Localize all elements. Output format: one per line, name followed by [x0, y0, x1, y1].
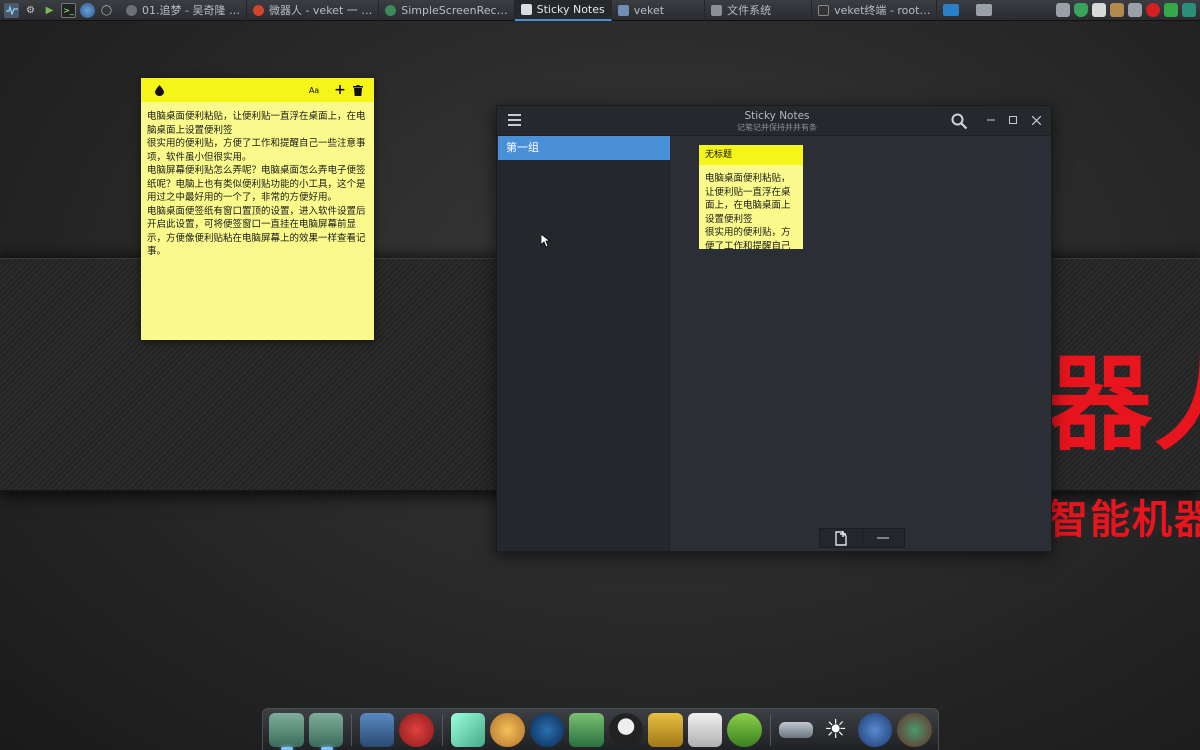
battery-icon[interactable] — [1164, 3, 1178, 17]
browser-icon — [252, 4, 264, 16]
folder-icon — [617, 4, 629, 16]
task-label: 微器人 - veket 一 … — [268, 4, 373, 17]
task-filesystem[interactable]: 文件系统 — [705, 0, 813, 21]
taskbar: ⚙ ▶ >_ ◯ 01.追梦 - 吴奇隆 … 微器人 - veket 一 … S… — [0, 0, 1200, 21]
task-label: veket终端 - root… — [834, 4, 931, 17]
font-size-button[interactable]: Aa — [306, 82, 322, 98]
menu-icon[interactable] — [508, 114, 521, 126]
browser-globe-icon[interactable] — [897, 712, 932, 747]
task-music-player[interactable]: 01.追梦 - 吴奇隆 … — [120, 0, 247, 21]
help-icon[interactable] — [727, 712, 762, 747]
computer-icon[interactable] — [359, 712, 395, 747]
task-screen-recorder[interactable]: SimpleScreenRec… — [379, 0, 515, 21]
chart-icon[interactable] — [687, 712, 723, 747]
task-sticky-notes[interactable]: Sticky Notes — [514, 0, 612, 21]
shield-icon[interactable] — [1074, 3, 1088, 17]
task-browser[interactable]: 微器人 - veket 一 … — [247, 0, 380, 21]
dock-separator — [351, 713, 352, 746]
mascot-icon[interactable] — [399, 712, 434, 747]
power-icon[interactable]: ◯ — [99, 3, 114, 18]
note-card[interactable]: 无标题 电脑桌面便利粘贴，让便利贴一直浮在桌面上，在电脑桌面上设置便利签 很实用… — [699, 145, 803, 249]
new-note-button[interactable] — [820, 529, 862, 547]
sticky-notes-window: Sticky Notes 记笔记并保持井井有条 第一组 无标题 电脑桌面便利粘贴… — [496, 105, 1052, 552]
globe-icon[interactable] — [80, 2, 95, 18]
desktop-sticky-note[interactable]: Aa + 电脑桌面便利粘贴，让便利贴一直浮在桌面上，在电脑桌面上设置便利签 很实… — [141, 78, 374, 340]
notes-grid: 无标题 电脑桌面便利粘贴，让便利贴一直浮在桌面上，在电脑桌面上设置便利签 很实用… — [671, 136, 1051, 551]
task-label: 01.追梦 - 吴奇隆 … — [142, 4, 240, 17]
mouse-cursor-icon — [540, 233, 552, 248]
task-desktop-preview[interactable] — [937, 0, 998, 21]
dock-separator — [441, 713, 443, 746]
package-icon[interactable] — [1110, 3, 1124, 17]
terminal-icon[interactable]: >_ — [61, 2, 76, 18]
note-card-preview: 电脑桌面便利粘贴，让便利贴一直浮在桌面上，在电脑桌面上设置便利签 很实用的便利贴… — [705, 173, 791, 249]
window-icon — [976, 4, 993, 16]
system-tray — [1056, 3, 1196, 17]
window-titlebar[interactable]: Sticky Notes 记笔记并保持井井有条 — [497, 106, 1051, 136]
maximize-icon[interactable] — [1005, 112, 1021, 128]
task-list: 01.追梦 - 吴奇隆 … 微器人 - veket 一 … SimpleScre… — [120, 0, 998, 21]
notes-icon — [520, 3, 532, 15]
task-label: Sticky Notes — [536, 2, 605, 16]
quick-launch: ⚙ ▶ >_ ◯ — [0, 2, 114, 18]
search-icon[interactable] — [951, 113, 968, 130]
sidebar-item-group[interactable]: 第一组 — [498, 136, 670, 160]
penguin-icon[interactable] — [608, 712, 644, 747]
dock-launcher-icon[interactable] — [269, 712, 304, 750]
document-icon[interactable] — [1092, 3, 1106, 17]
recorder-icon — [385, 4, 397, 16]
remove-note-button[interactable] — [861, 529, 905, 547]
task-veket-folder[interactable]: veket — [612, 0, 706, 21]
new-note-icon — [835, 530, 847, 546]
system-monitor-icon[interactable] — [4, 2, 19, 18]
record-icon[interactable] — [1146, 3, 1160, 17]
wallpaper-title: 器人 — [1048, 343, 1200, 465]
palette-icon[interactable] — [490, 712, 525, 747]
note-text[interactable]: 电脑桌面便利粘贴，让便利贴一直浮在桌面上，在电脑桌面上设置便利签 很实用的便利贴… — [141, 102, 374, 265]
media-player-icon[interactable] — [529, 712, 565, 747]
note-actions-bar — [819, 528, 905, 548]
network-globe-icon[interactable] — [857, 712, 893, 747]
play-icon[interactable]: ▶ — [42, 3, 57, 18]
window-title: Sticky Notes — [744, 110, 810, 122]
note-card-title: 无标题 — [699, 145, 803, 165]
wallpaper-subtitle: 智能机器 — [1048, 497, 1200, 543]
volume-icon[interactable] — [1128, 3, 1142, 17]
drawing-icon[interactable] — [450, 712, 486, 747]
task-label: SimpleScreenRec… — [401, 3, 508, 17]
network-icon[interactable] — [1182, 3, 1196, 17]
close-icon[interactable] — [1028, 112, 1044, 128]
dock-launcher-2-icon[interactable] — [308, 712, 343, 750]
running-indicator — [281, 746, 293, 750]
running-indicator — [320, 746, 333, 750]
window-subtitle: 记笔记并保持井井有条 — [737, 123, 817, 132]
music-icon — [126, 4, 137, 16]
application-dock: ☀ — [262, 708, 939, 750]
folder-icon — [711, 4, 723, 16]
settings-icon[interactable]: ⚙ — [23, 3, 38, 18]
note-header: Aa + — [141, 78, 374, 102]
window-title-block: Sticky Notes 记笔记并保持井井有条 — [677, 110, 877, 133]
clipboard-icon[interactable] — [1056, 3, 1070, 17]
monitor-icon — [943, 4, 960, 16]
users-icon[interactable] — [569, 712, 604, 747]
trash-icon[interactable] — [350, 82, 366, 98]
minus-icon — [877, 537, 890, 539]
minimize-icon[interactable] — [983, 112, 999, 128]
dock-separator — [769, 713, 771, 746]
color-drop-icon[interactable] — [151, 82, 167, 98]
task-label: veket — [633, 3, 665, 17]
terminal-icon — [818, 4, 830, 16]
drive-icon[interactable] — [778, 721, 814, 738]
task-label: 文件系统 — [727, 4, 772, 17]
exit-door-icon[interactable] — [648, 712, 683, 747]
brightness-icon[interactable]: ☀ — [818, 713, 853, 747]
group-sidebar: 第一组 — [497, 136, 670, 551]
add-note-button[interactable]: + — [332, 82, 348, 98]
task-terminal[interactable]: veket终端 - root… — [812, 0, 938, 21]
